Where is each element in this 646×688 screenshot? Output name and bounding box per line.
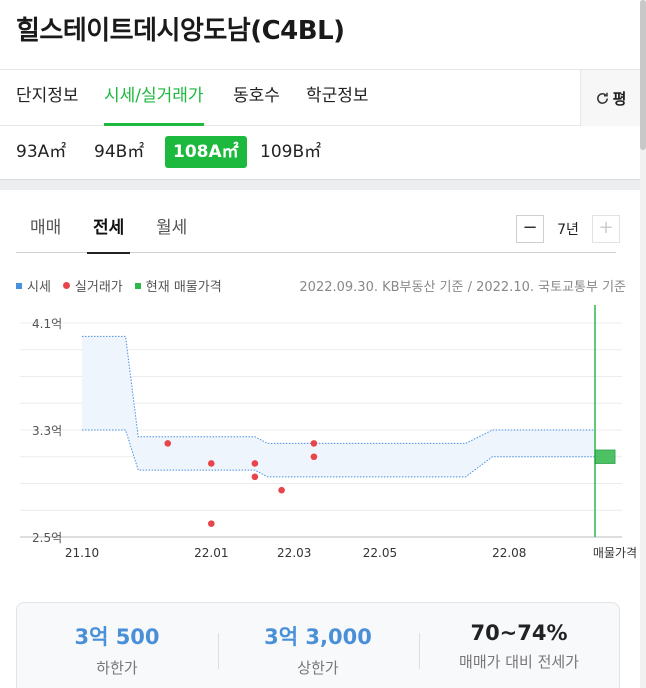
legend-label-market: 시세 <box>27 280 51 295</box>
legend-item-market: 시세 <box>16 276 51 295</box>
deal-point <box>251 473 259 481</box>
legend-swatch-deal <box>62 282 70 289</box>
legend-swatch-market <box>16 282 22 289</box>
tab-complex-info[interactable]: 단지정보 <box>16 70 79 126</box>
y-tick-label: 4.1억 <box>32 317 62 331</box>
area-tab-bar: 93A㎡ 94B㎡ 108A㎡ 109B㎡ <box>0 126 640 180</box>
data-basis-text: 2022.09.30. KB부동산 기준 / 2022.10. 국토교통부 기준 <box>299 280 626 295</box>
chart-legend: 시세 실거래가 현재 매물가격 <box>16 276 234 295</box>
deal-point <box>164 440 172 447</box>
deal-point <box>251 460 259 467</box>
deal-point <box>310 440 318 447</box>
x-tick-label: 22.05 <box>363 546 397 560</box>
deal-point <box>208 460 215 467</box>
trade-tab-monthly[interactable]: 월세 <box>156 213 187 238</box>
deal-point <box>278 486 285 494</box>
x-tick-label: 매물가격 <box>593 546 637 560</box>
x-tick-label: 22.01 <box>194 546 228 560</box>
x-tick-label: 22.03 <box>277 546 311 560</box>
trade-tab-sale[interactable]: 매매 <box>30 213 61 238</box>
scrollbar-thumb[interactable] <box>640 0 646 150</box>
period-value: 7년 <box>557 222 579 238</box>
legend-swatch-listing <box>134 282 141 289</box>
summary-upper-label: 상한가 <box>297 659 339 677</box>
summary-lower-value: 3억 500 <box>74 625 160 649</box>
y-tick-label: 3.3억 <box>32 424 62 438</box>
tab-school[interactable]: 학군정보 <box>306 70 369 126</box>
x-tick-label: 22.08 <box>492 546 526 560</box>
summary-upper-value: 3억 3,000 <box>264 625 372 649</box>
summary-ratio-value: 70~74% <box>470 621 568 645</box>
period-control: − 7년 + <box>516 215 620 243</box>
summary-lower-label: 하한가 <box>96 659 138 677</box>
period-plus-button[interactable]: + <box>592 215 620 243</box>
listing-price-bar <box>594 449 616 464</box>
legend-label-deal: 실거래가 <box>74 280 123 295</box>
area-tab-93a[interactable]: 93A㎡ <box>8 136 74 168</box>
area-tab-109b[interactable]: 109B㎡ <box>252 136 329 168</box>
summary-lower: 3억 500 하한가 <box>17 621 217 678</box>
y-tick-label: 2.5억 <box>32 531 62 545</box>
summary-upper: 3억 3,000 상한가 <box>218 621 418 678</box>
page-scrollbar[interactable] <box>640 0 646 688</box>
unit-toggle-button[interactable]: 평 <box>580 70 640 126</box>
section-divider <box>0 179 640 190</box>
refresh-icon <box>596 92 608 104</box>
period-minus-button[interactable]: − <box>516 215 544 243</box>
summary-ratio: 70~74% 매매가 대비 전세가 <box>419 621 619 672</box>
tab-price[interactable]: 시세/실거래가 <box>104 70 204 126</box>
main-tab-bar: 단지정보 시세/실거래가 동호수 학군정보 평 <box>0 69 640 126</box>
summary-ratio-label: 매매가 대비 전세가 <box>459 653 579 671</box>
legend-label-listing: 현재 매물가격 <box>145 280 222 295</box>
deal-point <box>208 520 215 527</box>
price-summary-card: 3억 500 하한가 3억 3,000 상한가 70~74% 매매가 대비 전세… <box>16 602 620 688</box>
unit-toggle-label: 평 <box>612 89 627 108</box>
area-tab-94b[interactable]: 94B㎡ <box>86 136 152 168</box>
trade-tab-jeonse[interactable]: 전세 <box>86 213 131 254</box>
tab-units[interactable]: 동호수 <box>233 70 280 126</box>
legend-item-deal: 실거래가 <box>62 276 123 295</box>
page-title: 힐스테이트데시앙도남(C4BL) <box>16 16 345 46</box>
price-band-upper-line <box>82 335 595 444</box>
jeonse-price-chart: 4.1억 3.3억 2.5억21.10 22.01 22.03 22.05 22.08 매물가… <box>20 305 637 560</box>
deal-point <box>310 453 318 461</box>
area-tab-108a[interactable]: 108A㎡ <box>165 136 247 168</box>
price-band-area <box>82 336 595 477</box>
x-tick-label: 21.10 <box>65 546 99 560</box>
legend-item-listing: 현재 매물가격 <box>134 276 222 295</box>
